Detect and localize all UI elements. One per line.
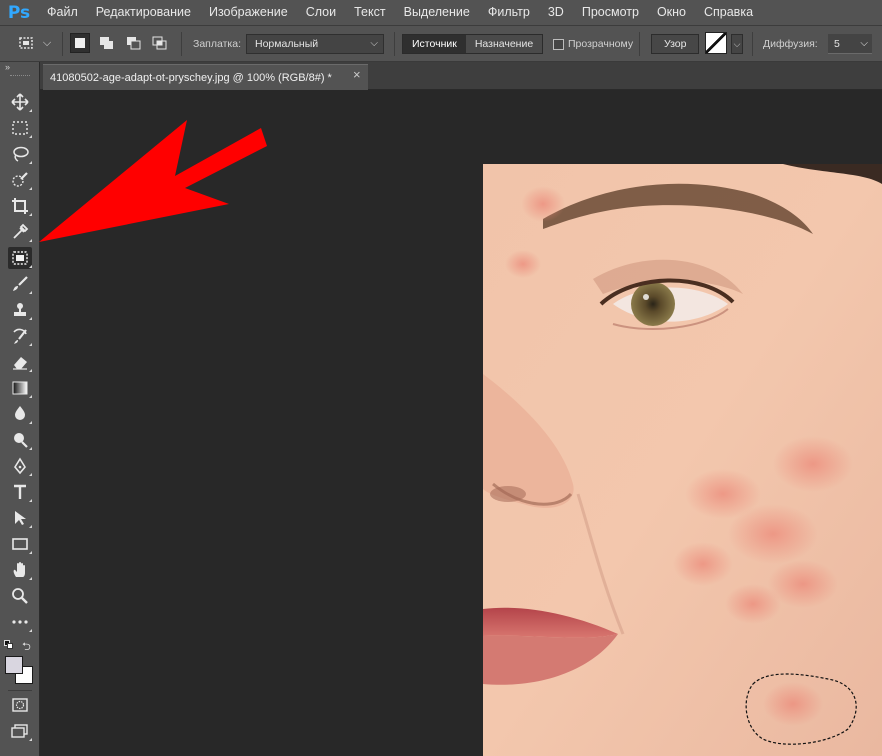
eraser-tool-icon[interactable]: [8, 351, 32, 373]
screen-mode-icon[interactable]: [8, 720, 32, 742]
source-button[interactable]: Источник: [403, 35, 466, 53]
dodge-tool-icon[interactable]: [8, 429, 32, 451]
history-brush-tool-icon[interactable]: [8, 325, 32, 347]
eyedropper-tool-icon[interactable]: [8, 221, 32, 243]
rectangle-tool-icon[interactable]: [8, 533, 32, 555]
menu-help[interactable]: Справка: [695, 0, 762, 25]
lasso-tool-icon[interactable]: [8, 143, 32, 165]
clone-stamp-tool-icon[interactable]: [8, 299, 32, 321]
document-tab[interactable]: 41080502-age-adapt-ot-pryschey.jpg @ 100…: [43, 64, 368, 90]
panel-grip[interactable]: [10, 75, 30, 77]
menu-bar: Ps Файл Редактирование Изображение Слои …: [0, 0, 882, 25]
destination-button[interactable]: Назначение: [465, 35, 543, 53]
default-colors-icon[interactable]: [4, 640, 14, 650]
menu-image[interactable]: Изображение: [200, 0, 297, 25]
patch-label: Заплатка:: [193, 38, 241, 50]
tools-panel: » ⮌: [0, 62, 40, 756]
intersect-selection-icon[interactable]: [150, 33, 170, 53]
menu-edit[interactable]: Редактирование: [87, 0, 200, 25]
tool-preset-chevron-icon[interactable]: ⌵: [40, 33, 54, 53]
foreground-color-swatch[interactable]: [5, 656, 23, 674]
options-bar: ⌵ Заплатка: Нормальный ⌵ Источник Назнач…: [0, 25, 882, 62]
pattern-picker-chevron-icon[interactable]: ⌵: [731, 34, 743, 54]
menu-layers[interactable]: Слои: [297, 0, 345, 25]
marquee-tool-icon[interactable]: [8, 117, 32, 139]
menu-view[interactable]: Просмотр: [573, 0, 648, 25]
transparent-checkbox[interactable]: [553, 39, 564, 50]
close-icon[interactable]: ×: [353, 67, 361, 82]
chevron-down-icon: ⌵: [370, 38, 378, 49]
quick-mask-icon[interactable]: [8, 694, 32, 716]
options-divider: [181, 32, 182, 56]
options-divider: [394, 32, 395, 56]
quick-selection-tool-icon[interactable]: [8, 169, 32, 191]
blur-tool-icon[interactable]: [8, 403, 32, 425]
swap-colors-icon[interactable]: ⮌: [22, 638, 31, 657]
hand-tool-icon[interactable]: [8, 559, 32, 581]
menu-3d[interactable]: 3D: [539, 0, 573, 25]
patch-mode-value: Нормальный: [255, 38, 319, 50]
diffusion-value: 5: [834, 38, 840, 50]
pattern-swatch[interactable]: [705, 32, 727, 54]
menu-filter[interactable]: Фильтр: [479, 0, 539, 25]
options-divider: [62, 32, 63, 56]
tool-preset-patch-icon[interactable]: [17, 33, 37, 53]
chevron-down-icon: ⌵: [860, 38, 868, 49]
move-tool-icon[interactable]: [8, 91, 32, 113]
crop-tool-icon[interactable]: [8, 195, 32, 217]
path-selection-tool-icon[interactable]: [8, 507, 32, 529]
transparent-label: Прозрачному: [568, 38, 634, 50]
document-tab-bar: 41080502-age-adapt-ot-pryschey.jpg @ 100…: [40, 62, 882, 90]
zoom-tool-icon[interactable]: [8, 585, 32, 607]
menu-select[interactable]: Выделение: [395, 0, 479, 25]
annotation-arrow-icon: [39, 120, 267, 242]
patch-mode-dropdown[interactable]: Нормальный ⌵: [246, 34, 384, 54]
patch-tool-icon[interactable]: [8, 247, 32, 269]
diffusion-dropdown[interactable]: 5 ⌵: [828, 34, 872, 54]
new-selection-icon[interactable]: [70, 33, 90, 53]
type-tool-icon[interactable]: [8, 481, 32, 503]
source-destination-toggle: Источник Назначение: [402, 34, 544, 54]
document-tab-title: 41080502-age-adapt-ot-pryschey.jpg @ 100…: [50, 71, 332, 84]
document-image[interactable]: [483, 164, 882, 756]
color-swatches: [5, 656, 35, 684]
more-tools-icon[interactable]: [8, 611, 32, 633]
options-divider: [639, 32, 640, 56]
pattern-button[interactable]: Узор: [651, 34, 700, 54]
menu-file[interactable]: Файл: [38, 0, 87, 25]
brush-tool-icon[interactable]: [8, 273, 32, 295]
add-to-selection-icon[interactable]: [97, 33, 117, 53]
menu-type[interactable]: Текст: [345, 0, 394, 25]
pen-tool-icon[interactable]: [8, 455, 32, 477]
menu-window[interactable]: Окно: [648, 0, 695, 25]
collapse-panel-icon[interactable]: »: [5, 62, 10, 72]
gradient-tool-icon[interactable]: [8, 377, 32, 399]
subtract-from-selection-icon[interactable]: [124, 33, 144, 53]
diffusion-label: Диффузия:: [763, 38, 818, 50]
photoshop-logo[interactable]: Ps: [0, 0, 38, 25]
toolbar-divider: [8, 690, 32, 691]
options-divider: [752, 32, 753, 56]
